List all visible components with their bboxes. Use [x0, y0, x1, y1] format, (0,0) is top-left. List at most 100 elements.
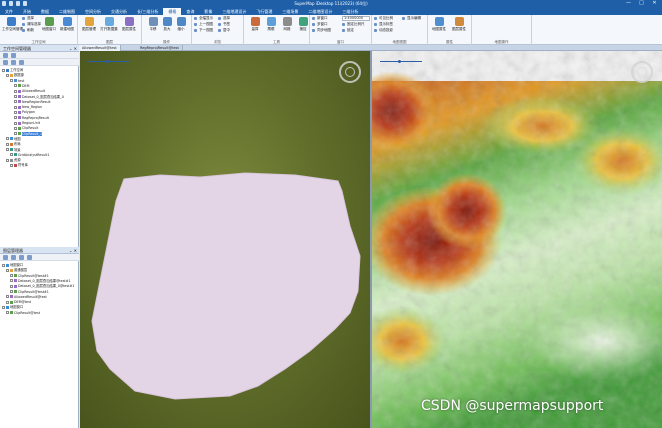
expander-icon[interactable]: [10, 284, 13, 288]
tree-node[interactable]: test: [10, 79, 24, 83]
layer-up-icon[interactable]: [19, 255, 24, 260]
tree-node[interactable]: AllowedResult: [14, 89, 45, 93]
menu-item-14[interactable]: 三维分析: [337, 8, 363, 15]
allowed-region-polygon[interactable]: [91, 172, 361, 400]
maximize-button[interactable]: □: [636, 0, 647, 7]
minimize-button[interactable]: —: [623, 0, 634, 7]
zoom-out-button[interactable]: 缩小: [172, 16, 190, 36]
menu-item-3[interactable]: 二维制图: [54, 8, 80, 15]
expander-icon[interactable]: [6, 268, 9, 272]
menu-item-12[interactable]: 三维场景: [277, 8, 303, 15]
menu-item-4[interactable]: 空间分析: [80, 8, 106, 15]
zoom-next-button[interactable]: 下一视图: [194, 28, 213, 33]
add-layer-icon[interactable]: [3, 255, 8, 260]
layer-manage-button[interactable]: 图层管理: [80, 16, 98, 36]
expander-icon[interactable]: [10, 79, 13, 83]
open-dataset-button[interactable]: 打开数据集: [100, 16, 118, 36]
zoom-prev-button[interactable]: 上一视图: [194, 22, 213, 27]
tree-node[interactable]: Polygon: [14, 110, 35, 114]
display-edit-button[interactable]: 显示编辑: [402, 16, 421, 21]
menu-item-11[interactable]: 飞行管理: [251, 8, 277, 15]
full-extent-button[interactable]: 全幅显示: [194, 16, 213, 21]
menu-item-9[interactable]: 影像: [199, 8, 217, 15]
map-window-button[interactable]: 地图窗口: [40, 16, 58, 36]
center-button[interactable]: 居中: [218, 28, 230, 33]
tree-node[interactable]: 数据源: [6, 73, 24, 77]
expander-icon[interactable]: [6, 137, 9, 141]
expander-icon[interactable]: [14, 84, 17, 88]
layer-property-button[interactable]: 图层属性: [450, 16, 468, 36]
collapse-icon[interactable]: [3, 60, 8, 65]
remove-layer-icon[interactable]: [11, 255, 16, 260]
show-label-button[interactable]: 显示标签: [374, 22, 393, 27]
tree-node[interactable]: 普通图层: [6, 268, 27, 272]
clear-selection-button[interactable]: 清除选择: [22, 22, 41, 27]
expander-icon[interactable]: [6, 142, 9, 146]
expander-icon[interactable]: [14, 126, 17, 130]
map-view-left[interactable]: [80, 51, 370, 428]
expander-icon[interactable]: [6, 311, 9, 315]
select-all-button[interactable]: 选择: [22, 16, 34, 21]
new-map-button[interactable]: 新建地图: [58, 16, 76, 36]
tree-node[interactable]: 资源: [6, 158, 21, 162]
expander-icon[interactable]: [14, 89, 17, 93]
expander-icon[interactable]: [14, 100, 17, 104]
layer-down-icon[interactable]: [27, 255, 32, 260]
fixed-scale-button[interactable]: 固定比例尺: [342, 22, 365, 27]
new-window-button[interactable]: 新窗口: [312, 16, 328, 21]
refresh-button[interactable]: 刷新: [22, 28, 34, 33]
expander-icon[interactable]: [14, 95, 17, 98]
tree-node[interactable]: DEM: [14, 84, 29, 88]
tree-node[interactable]: Dataset_0_图层叠加结果_0: [14, 95, 64, 99]
expander-icon[interactable]: [2, 68, 5, 72]
dynamic-projection-button[interactable]: 动态投影: [374, 28, 393, 33]
tree-node[interactable]: 符号库: [10, 163, 28, 167]
search-icon[interactable]: [11, 53, 16, 58]
tree-node[interactable]: 场景: [6, 148, 21, 152]
expander-icon[interactable]: [10, 153, 13, 157]
expander-icon[interactable]: [14, 132, 17, 136]
expander-icon[interactable]: [14, 121, 17, 125]
map-property-button[interactable]: 地图属性: [430, 16, 448, 36]
tree-node[interactable]: NewRegionResult: [14, 100, 51, 104]
menu-item-7[interactable]: 栅格: [163, 8, 182, 15]
menu-item-2[interactable]: 数据: [36, 8, 54, 15]
tree-node[interactable]: ClipResult@test#1: [10, 274, 49, 278]
scale-input[interactable]: 1:4000000: [342, 16, 370, 21]
expander-icon[interactable]: [2, 305, 5, 309]
tree-node[interactable]: RegReprojResult: [14, 116, 49, 120]
tree-node[interactable]: ClipResult@test#1: [10, 290, 49, 294]
expander-icon[interactable]: [14, 105, 17, 109]
tree-node[interactable]: Dataset_0_图层叠加结果_0@test#1: [10, 284, 74, 288]
expander-icon[interactable]: [10, 279, 13, 283]
tree-node[interactable]: RegionUnit: [14, 121, 40, 125]
menu-item-0[interactable]: 文件: [0, 8, 18, 15]
expander-icon[interactable]: [6, 73, 9, 77]
tree-node[interactable]: Dataset_0_图层叠加结果@test#1: [10, 279, 71, 283]
select-button[interactable]: 选择: [218, 16, 230, 21]
tree-node[interactable]: DEM@test: [6, 300, 31, 304]
expander-icon[interactable]: [10, 290, 13, 293]
menu-item-13[interactable]: 二维地图设计: [303, 8, 337, 15]
multi-map-button[interactable]: 多窗口: [312, 22, 328, 27]
tree-node[interactable]: AllowedResult@test: [6, 295, 47, 299]
workspace-panel-controls[interactable]: ⌄ ✕: [69, 45, 77, 52]
layer-attr-button[interactable]: 图层属性: [120, 16, 138, 36]
tree-node[interactable]: 布局: [6, 142, 21, 146]
expander-icon[interactable]: [6, 300, 9, 304]
tree-node[interactable]: ClipResult: [14, 126, 38, 130]
tree-node[interactable]: 地图: [6, 137, 21, 141]
bookmark-button[interactable]: 书签: [218, 22, 230, 27]
map-view-right[interactable]: [372, 51, 662, 428]
filter-icon[interactable]: [11, 60, 16, 65]
menu-item-8[interactable]: 查询: [181, 8, 199, 15]
expander-icon[interactable]: [10, 274, 13, 278]
settings-icon[interactable]: [19, 60, 24, 65]
menu-item-6[interactable]: 长/三维分析: [132, 8, 163, 15]
expander-icon[interactable]: [6, 148, 9, 151]
visible-scale-button[interactable]: 可见比例: [374, 16, 393, 21]
tree-node[interactable]: 工作空间: [2, 68, 23, 72]
tree-node[interactable]: GridAnalystResult1: [10, 153, 49, 157]
close-button[interactable]: ✕: [649, 0, 660, 7]
expander-icon[interactable]: [6, 295, 9, 299]
